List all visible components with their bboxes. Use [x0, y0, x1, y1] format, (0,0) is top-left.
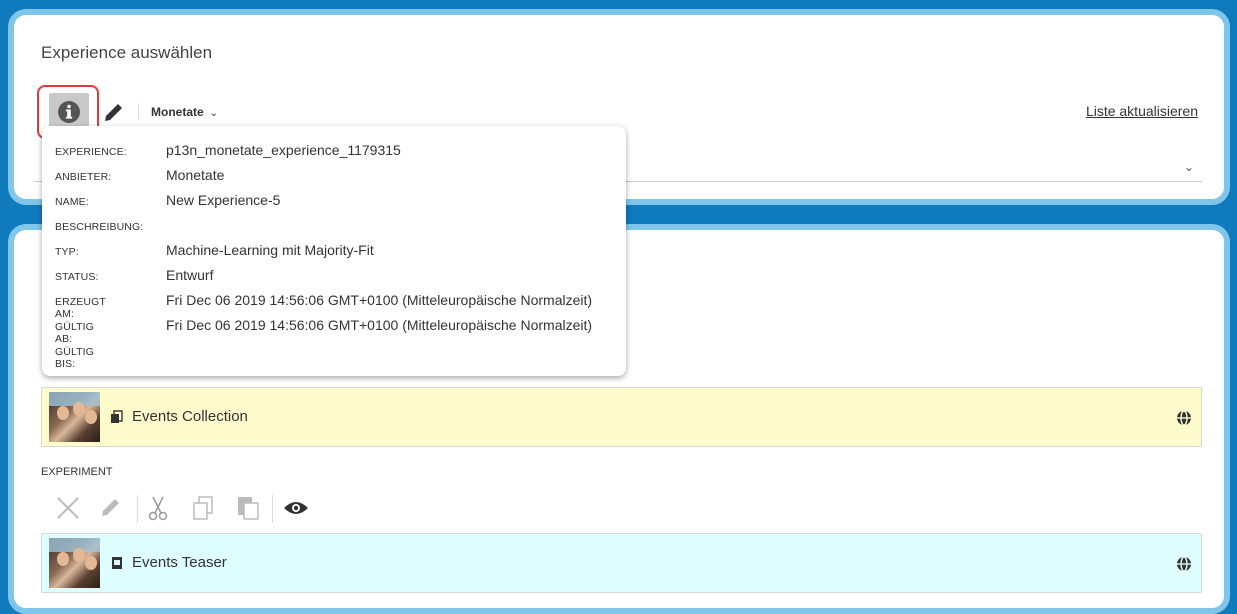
eye-icon[interactable] — [283, 499, 309, 522]
info-key: EXPERIENCE: — [55, 146, 127, 158]
copy-icon[interactable] — [191, 495, 215, 526]
info-key: ERZEUGT AM: — [55, 296, 106, 320]
info-value: New Experience-5 — [166, 192, 281, 208]
info-key: GÜLTIG BIS: — [55, 346, 94, 370]
provider-label: Monetate — [151, 105, 204, 119]
teaser-label: Events Teaser — [132, 554, 227, 571]
teaser-item[interactable]: Events Teaser — [41, 533, 1202, 593]
info-value: Fri Dec 06 2019 14:56:06 GMT+0100 (Mitte… — [166, 292, 593, 308]
info-key: ANBIETER: — [55, 171, 112, 183]
info-value: Entwurf — [166, 267, 214, 283]
collection-thumbnail — [49, 392, 100, 442]
info-value: Machine-Learning mit Majority-Fit — [166, 242, 374, 258]
toolbar-divider — [272, 495, 273, 523]
experiment-section-label: EXPERIMENT — [41, 466, 113, 478]
panel-title: Experience auswählen — [41, 43, 213, 62]
info-value: Fri Dec 06 2019 14:56:06 GMT+0100 (Mitte… — [166, 317, 593, 333]
collection-icon — [110, 410, 124, 429]
info-key: STATUS: — [55, 271, 99, 283]
refresh-list-link[interactable]: Liste aktualisieren — [1086, 103, 1198, 119]
info-key: NAME: — [55, 196, 89, 208]
cut-icon[interactable] — [146, 495, 170, 526]
globe-icon[interactable] — [1176, 410, 1192, 431]
info-key: GÜLTIG AB: — [55, 321, 94, 345]
info-value: Monetate — [166, 167, 225, 183]
info-key: BESCHREIBUNG: — [55, 221, 144, 233]
edit-pencil-icon[interactable] — [102, 100, 126, 129]
teaser-icon — [110, 556, 124, 575]
info-key: TYP: — [55, 246, 79, 258]
collection-item[interactable]: Events Collection — [41, 387, 1202, 447]
teaser-thumbnail — [49, 538, 100, 588]
toolbar-divider — [137, 495, 138, 523]
collection-label: Events Collection — [132, 408, 248, 425]
pencil-icon[interactable] — [99, 495, 123, 524]
paste-icon[interactable] — [235, 495, 261, 526]
experience-info-popup: EXPERIENCE: p13n_monetate_experience_117… — [42, 126, 626, 376]
toolbar-divider — [138, 103, 139, 119]
provider-dropdown[interactable]: Monetate ⌄ — [151, 105, 218, 119]
globe-icon[interactable] — [1176, 556, 1192, 577]
info-value: p13n_monetate_experience_1179315 — [166, 142, 401, 158]
select-chevron-down-icon[interactable]: ⌄ — [1184, 160, 1194, 174]
chevron-down-icon: ⌄ — [209, 108, 219, 119]
close-icon[interactable] — [55, 495, 81, 526]
